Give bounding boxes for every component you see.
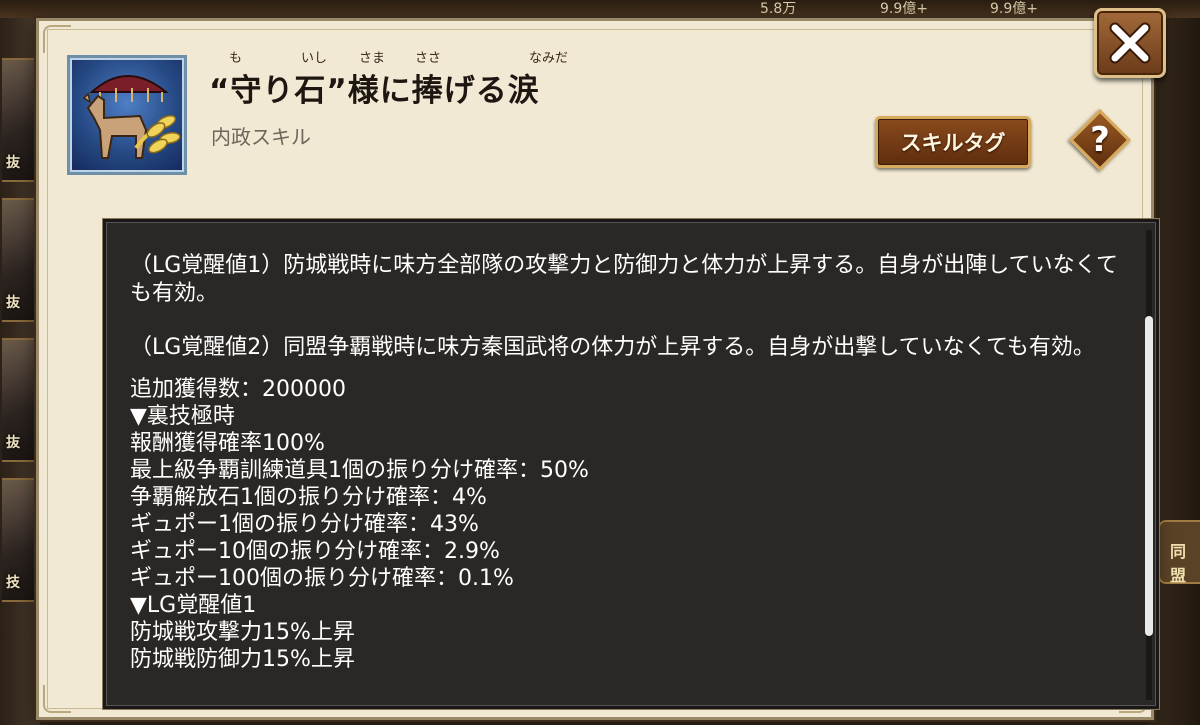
skill-description-panel[interactable]: （LG覚醒値1）防城戦時に味方全部隊の攻撃力と防御力と体力が上昇する。自身が出陣… [103,219,1159,709]
topbar-value: 9.9億+ [880,1,928,17]
alliance-tab[interactable]: 同盟 [1158,520,1200,585]
scrollbar-thumb[interactable] [1145,316,1153,636]
close-icon [1109,22,1151,64]
description-line: ギュポー1個の振り分け確率：43% [130,512,479,537]
skill-tag-button[interactable]: スキルタグ [875,116,1031,168]
description-line: 最上級争覇訓練道具1個の振り分け確率：50% [130,458,589,483]
description-line: ギュポー10個の振り分け確率：2.9% [130,539,500,564]
close-button[interactable] [1094,8,1166,78]
skill-description: （LG覚醒値1）防城戦時に味方全部隊の攻撃力と防御力と体力が上昇する。自身が出陣… [130,252,1130,673]
description-line: 追加獲得数：200000 [130,377,346,402]
description-paragraph: （LG覚醒値2）同盟争覇戦時に味方秦国武将の体力が上昇する。自身が出撃していなく… [130,335,1095,360]
description-paragraph: （LG覚醒値1）防城戦時に味方全部隊の攻撃力と防御力と体力が上昇する。自身が出陣… [130,253,1118,306]
topbar-value: 5.8万 [760,1,797,17]
frame-ornament [43,685,71,713]
topbar-value: 9.9億+ [990,1,1038,17]
general-portrait[interactable]: 抜 [2,198,38,322]
title-ruby: も いし さま ささ なみだ [229,51,569,66]
description-line: 報酬獲得確率100% [130,431,325,456]
description-line: 防城戦防御力15%上昇 [130,647,355,672]
background-general-list: 抜 抜 抜 技 [0,18,40,725]
skill-category: 内政スキル [211,125,311,149]
description-line: 争覇解放石1個の振り分け確率：4% [130,485,487,510]
horse-and-wheat-icon [67,55,187,175]
general-portrait[interactable]: 抜 [2,338,38,462]
description-line: 防城戦攻撃力15%上昇 [130,620,355,645]
background-topbar: 5.8万 9.9億+ 9.9億+ [0,0,1200,18]
frame-ornament [43,25,71,53]
general-portrait[interactable]: 技 [2,478,38,602]
description-line: ▼LG覚醒値1 [130,593,257,618]
help-button[interactable]: ? [1068,108,1132,172]
description-line: ▼裏技極時 [130,404,235,429]
skill-detail-dialog: も いし さま ささ なみだ “守り石”様に捧げる涙 内政スキル スキルタグ ?… [36,18,1159,720]
question-icon: ? [1090,120,1110,160]
general-portrait[interactable]: 抜 [2,58,38,182]
skill-title: “守り石”様に捧げる涙 [209,73,540,109]
description-line: ギュポー100個の振り分け確率：0.1% [130,566,514,591]
